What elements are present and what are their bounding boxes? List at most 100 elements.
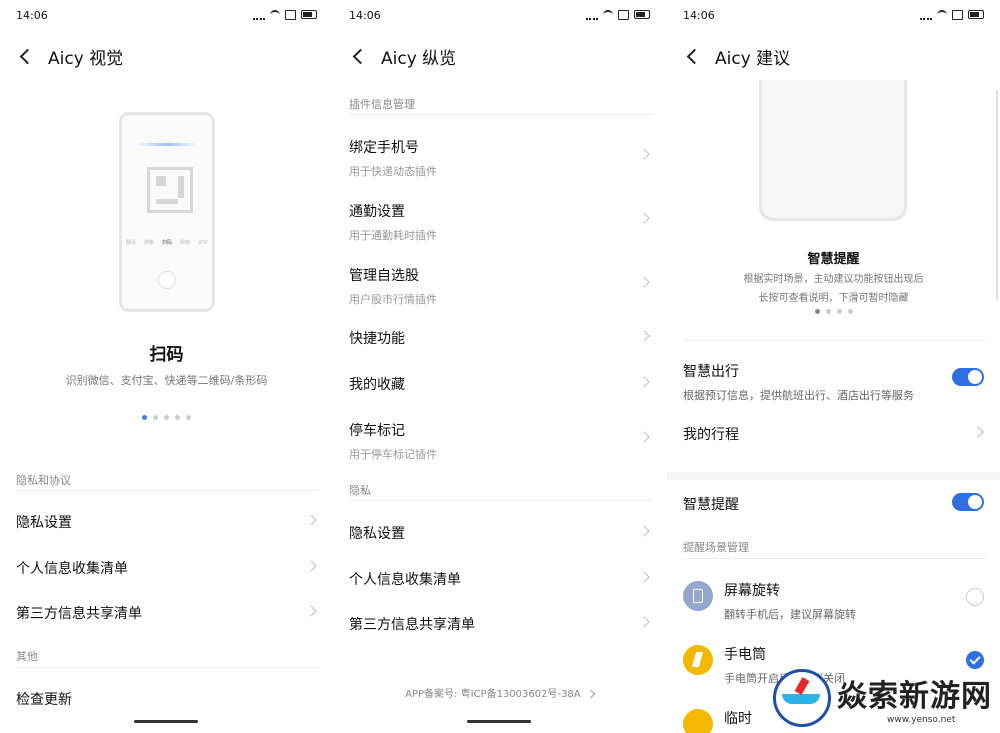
watermark-logo-icon <box>773 669 831 727</box>
battery-icon <box>301 10 317 19</box>
item-label: 第三方信息共享清单 <box>349 617 475 633</box>
feature-title: 扫码 <box>149 345 184 365</box>
header: Aicy 建议 <box>683 44 791 69</box>
smart-travel-toggle[interactable] <box>952 368 984 386</box>
commute-settings-item[interactable]: 通勤设置 用于通勤耗时插件 <box>349 201 652 243</box>
item-label: 隐私设置 <box>349 526 405 542</box>
carousel-dot-active[interactable] <box>142 415 147 420</box>
signal-icon <box>586 9 598 20</box>
temporary-scene-icon <box>683 709 713 733</box>
divider <box>683 340 986 341</box>
privacy-settings-item[interactable]: 隐私设置 <box>349 523 652 543</box>
home-indicator[interactable] <box>134 720 198 723</box>
scene-flashlight-check[interactable] <box>966 651 984 669</box>
scan-line <box>134 143 200 146</box>
item-subtitle: 用户股市行情插件 <box>349 293 437 306</box>
divider <box>683 558 986 559</box>
manage-stocks-item[interactable]: 管理自选股 用户股市行情插件 <box>349 265 652 307</box>
item-label: 屏幕旋转 <box>724 583 780 599</box>
shortcuts-item[interactable]: 快捷功能 <box>349 328 652 348</box>
item-label: 个人信息收集清单 <box>349 572 461 588</box>
smart-reminder-toggle[interactable] <box>952 493 984 511</box>
wifi-icon <box>603 9 613 20</box>
home-indicator[interactable] <box>467 720 531 723</box>
divider <box>16 490 319 491</box>
divider <box>16 667 319 668</box>
item-label: 智慧提醒 <box>683 497 739 513</box>
carousel-dot[interactable] <box>837 309 842 314</box>
battery-icon <box>634 10 650 19</box>
divider <box>349 114 652 115</box>
section-label-scenes: 提醒场景管理 <box>683 541 749 554</box>
wifi-icon <box>270 9 280 20</box>
item-label: 个人信息收集清单 <box>16 561 128 577</box>
watermark: 焱索新游网 www.yenso.net <box>773 669 992 727</box>
phone-tab: 搜索 <box>143 240 154 246</box>
carousel-dots <box>815 309 853 314</box>
icp-record-link[interactable]: APP备案号: 粤ICP备13003602号-38A <box>333 685 666 700</box>
status-time: 14:06 <box>683 9 715 22</box>
third-party-share-item[interactable]: 第三方信息共享清单 <box>16 603 319 623</box>
status-time: 14:06 <box>349 9 381 22</box>
section-label-other: 其他 <box>16 650 38 663</box>
battery-icon <box>968 10 984 19</box>
item-label: 我的行程 <box>683 427 739 443</box>
carousel-dots <box>142 415 191 420</box>
shutter-button-icon <box>158 271 176 289</box>
phone-tab: 购物 <box>179 240 190 246</box>
qr-code-icon <box>147 167 193 213</box>
screen-aicy-suggestions: 14:06 Aicy 建议 智慧提醒 根据实时场景，主动建议功能按钮出现后 长按… <box>667 0 1000 733</box>
sim-icon <box>952 9 963 20</box>
carousel-dot[interactable] <box>848 309 853 314</box>
carousel-dot[interactable] <box>164 415 169 420</box>
item-subtitle: 用于停车标记插件 <box>349 448 437 461</box>
sim-icon <box>285 9 296 20</box>
status-bar: 14:06 <box>349 8 650 24</box>
my-trip-item[interactable]: 我的行程 <box>683 424 986 444</box>
signal-icon <box>253 9 265 20</box>
item-label: 停车标记 <box>349 423 405 439</box>
check-update-item[interactable]: 检查更新 <box>16 689 319 709</box>
personal-info-list-item[interactable]: 个人信息收集清单 <box>16 558 319 578</box>
smart-reminder-item: 智慧提醒 <box>683 494 986 514</box>
scene-screen-rotate[interactable]: 屏幕旋转 翻转手机后，建议屏幕旋转 <box>724 580 986 622</box>
third-party-share-item[interactable]: 第三方信息共享清单 <box>349 614 652 634</box>
watermark-url: www.yenso.net <box>887 715 956 725</box>
feature-title: 智慧提醒 <box>807 252 860 267</box>
page-title: Aicy 建议 <box>715 48 791 69</box>
feature-description-1: 根据实时场景，主动建议功能按钮出现后 <box>743 274 924 285</box>
phone-tab-bar: 翻译 搜索 扫码 购物 识字 <box>122 239 212 253</box>
scene-screen-rotate-radio[interactable] <box>966 588 984 606</box>
favorites-item[interactable]: 我的收藏 <box>349 374 652 394</box>
back-arrow-icon[interactable] <box>349 46 369 66</box>
carousel-dot[interactable] <box>175 415 180 420</box>
carousel-dot[interactable] <box>826 309 831 314</box>
page-title: Aicy 视觉 <box>48 48 124 69</box>
carousel-dot[interactable] <box>186 415 191 420</box>
wifi-icon <box>937 9 947 20</box>
phone-tab: 识字 <box>197 240 208 246</box>
phone-illustration <box>759 80 907 221</box>
divider <box>349 500 652 501</box>
screen-aicy-vision: 14:06 Aicy 视觉 翻译 搜索 扫码 购物 识字 扫码 识别微信、支付宝… <box>0 0 333 733</box>
chevron-right-icon <box>586 689 596 699</box>
screen-aicy-overview: 14:06 Aicy 纵览 插件信息管理 绑定手机号 用于快递动态插件 通勤设置… <box>333 0 666 733</box>
phone-tab-active: 扫码 <box>161 240 172 246</box>
carousel-dot-active[interactable] <box>815 309 820 314</box>
personal-info-list-item[interactable]: 个人信息收集清单 <box>349 569 652 589</box>
icp-record-text: APP备案号: 粤ICP备13003602号-38A <box>405 689 581 700</box>
bind-phone-item[interactable]: 绑定手机号 用于快递动态插件 <box>349 137 652 179</box>
item-subtitle: 用于快递动态插件 <box>349 165 437 178</box>
carousel-dot[interactable] <box>153 415 158 420</box>
parking-mark-item[interactable]: 停车标记 用于停车标记插件 <box>349 420 652 462</box>
back-arrow-icon[interactable] <box>16 46 36 66</box>
header: Aicy 视觉 <box>16 44 124 69</box>
privacy-settings-item[interactable]: 隐私设置 <box>16 512 319 532</box>
feature-description: 识别微信、支付宝、快递等二维码/条形码 <box>65 374 268 387</box>
signal-icon <box>920 9 932 20</box>
item-label: 隐私设置 <box>16 515 72 531</box>
back-arrow-icon[interactable] <box>683 46 703 66</box>
section-label-privacy: 隐私和协议 <box>16 474 71 487</box>
scrollbar[interactable] <box>996 90 998 300</box>
section-label-plugins: 插件信息管理 <box>349 98 415 111</box>
